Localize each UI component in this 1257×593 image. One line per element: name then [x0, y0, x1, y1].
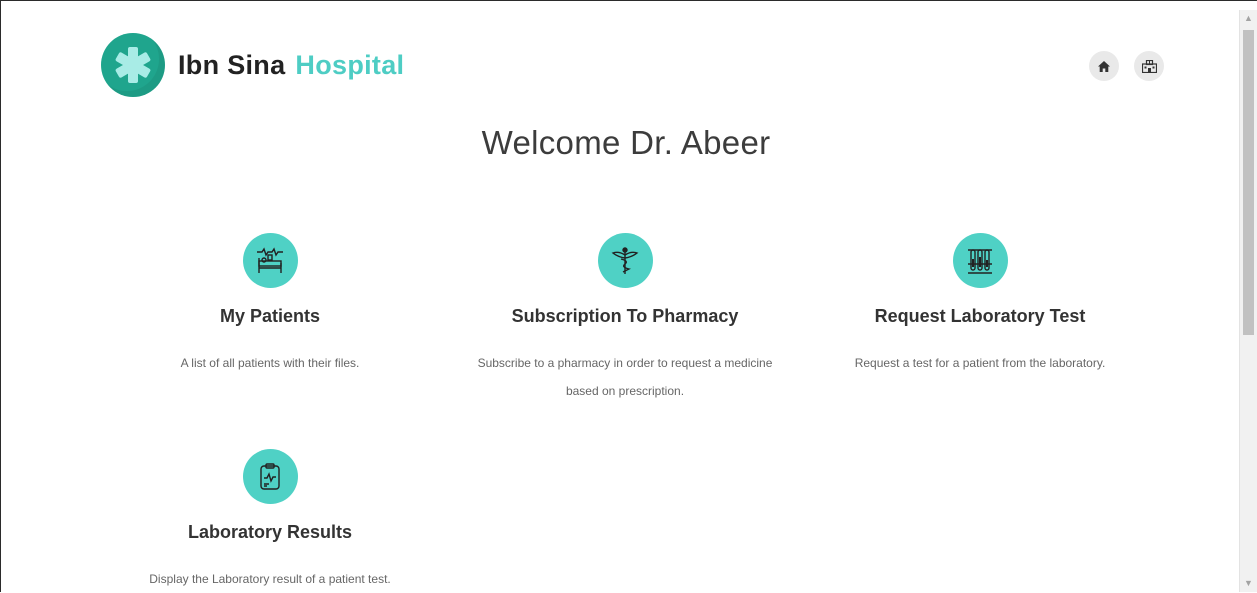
scroll-up-icon[interactable]: ▲ — [1240, 10, 1257, 27]
page-title: Welcome Dr. Abeer — [481, 124, 771, 161]
test-tubes-icon[interactable] — [952, 233, 1008, 288]
brand-logo[interactable]: Ibn Sina Hospital — [101, 33, 404, 97]
card-title[interactable]: My Patients — [100, 306, 440, 327]
scroll-thumb[interactable] — [1243, 30, 1254, 335]
vertical-scrollbar[interactable]: ▲ ▼ — [1239, 10, 1257, 592]
card-description: Request a test for a patient from the la… — [854, 356, 1106, 370]
asterisk-medical-icon — [101, 33, 165, 97]
clipboard-results-icon[interactable] — [242, 449, 298, 504]
brand-name-part1: Ibn Sina — [178, 49, 286, 80]
card-request-lab-test[interactable]: Request Laboratory Test Request a test f… — [810, 233, 1150, 377]
hospital-icon — [1141, 59, 1157, 73]
brand-name-part2: Hospital — [295, 49, 405, 80]
hospital-button[interactable] — [1134, 51, 1164, 81]
home-button[interactable] — [1089, 51, 1119, 81]
card-laboratory-results[interactable]: Laboratory Results Display the Laborator… — [100, 449, 440, 593]
home-icon — [1098, 60, 1110, 72]
scroll-down-icon[interactable]: ▼ — [1240, 575, 1257, 592]
brand-name: Ibn Sina Hospital — [178, 50, 404, 81]
card-title[interactable]: Request Laboratory Test — [810, 306, 1150, 327]
caduceus-icon[interactable] — [597, 233, 653, 288]
card-description: A list of all patients with their files. — [180, 356, 360, 370]
card-title[interactable]: Laboratory Results — [100, 522, 440, 543]
card-description: Subscribe to a pharmacy in order to requ… — [477, 356, 773, 398]
card-subscription-pharmacy[interactable]: Subscription To Pharmacy Subscribe to a … — [455, 233, 795, 405]
card-description: Display the Laboratory result of a patie… — [149, 572, 391, 586]
card-title[interactable]: Subscription To Pharmacy — [455, 306, 795, 327]
card-my-patients[interactable]: My Patients A list of all patients with … — [100, 233, 440, 377]
patient-bed-icon[interactable] — [242, 233, 298, 288]
